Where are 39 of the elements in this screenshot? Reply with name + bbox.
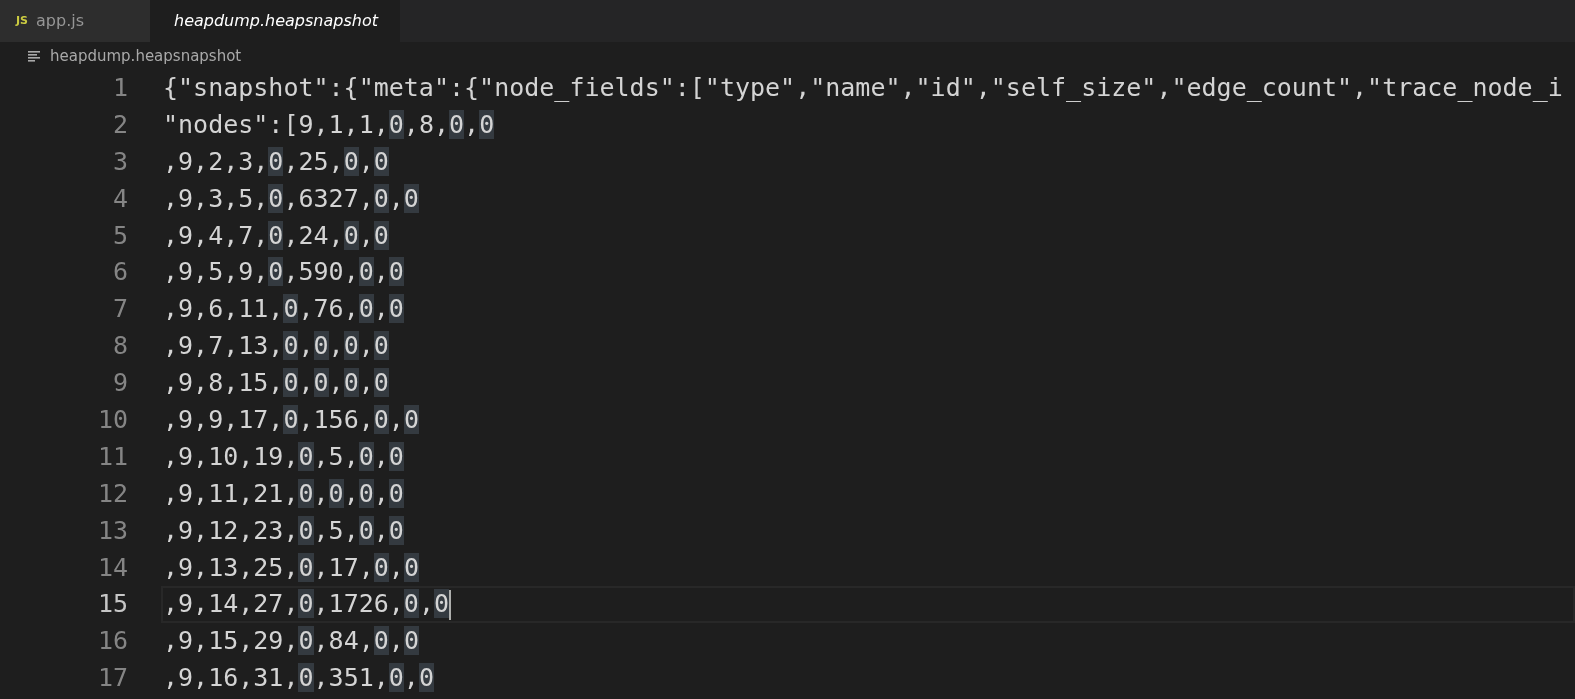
code-line: ,9,5,9,0,590,0,0 (162, 256, 405, 289)
code-line: ,9,11,21,0,0,0,0 (162, 477, 405, 510)
line-number: 5 (111, 219, 129, 252)
text-cursor (449, 590, 452, 621)
code-line: ,9,10,19,0,5,0,0 (162, 440, 405, 473)
line-number: 1 (111, 72, 129, 104)
line-number: 15 (96, 588, 129, 621)
line-number: 3 (111, 145, 129, 178)
line-number: 10 (96, 404, 129, 436)
code-line: ,9,12,23,0,5,0,0 (162, 514, 405, 547)
code-line: ,9,2,3,0,25,0,0 (162, 145, 390, 178)
code-line: ,9,6,11,0,76,0,0 (162, 293, 405, 326)
code-line: ,9,7,13,0,0,0,0 (162, 330, 390, 363)
line-number: 11 (96, 440, 129, 473)
file-lines-icon (28, 50, 42, 62)
line-number: 8 (111, 330, 129, 363)
editor-tab[interactable]: heapdump.heapsnapshot (150, 0, 400, 42)
editor-tab[interactable]: JS app.js (0, 0, 150, 42)
breadcrumb-item[interactable]: heapdump.heapsnapshot (50, 44, 242, 68)
line-number: 12 (96, 477, 129, 510)
code-line: ,9,16,31,0,351,0,0 (162, 662, 435, 695)
code-line: ,9,9,17,0,156,0,0 (162, 404, 420, 437)
code-line: ,9,13,25,0,17,0,0 (162, 551, 420, 584)
code-line: {"snapshot":{"meta":{"node_fields":["type","name","id","self_size","edge_count","trace_node_i (162, 72, 1564, 104)
code-line: "nodes":[9,1,1,0,8,0,0 (162, 108, 496, 141)
line-number: 17 (96, 662, 129, 695)
code-line: ,9,4,7,0,24,0,0 (162, 219, 390, 252)
js-file-icon: JS (16, 12, 28, 30)
line-number: 9 (111, 367, 129, 400)
code-line: ,9,8,15,0,0,0,0 (162, 367, 390, 400)
line-number: 6 (111, 256, 129, 289)
line-number: 7 (111, 293, 129, 326)
line-number: 13 (96, 514, 129, 547)
line-number: 2 (111, 108, 129, 141)
code-line: ,9,15,29,0,84,0,0 (162, 625, 420, 658)
code-line: ,9,3,5,0,6327,0,0 (162, 182, 420, 215)
line-number: 4 (111, 182, 129, 215)
line-number: 14 (96, 551, 129, 584)
line-number: 16 (96, 625, 129, 658)
